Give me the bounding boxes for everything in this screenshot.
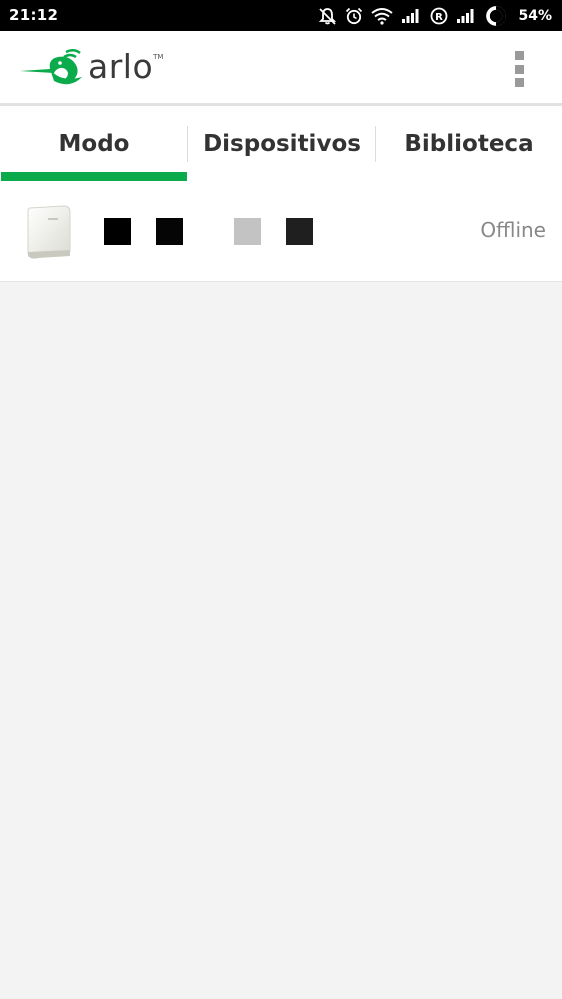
redacted-block <box>104 218 131 245</box>
tab-modo[interactable]: Modo <box>0 106 188 182</box>
logo-text: arlo <box>88 46 154 86</box>
battery-percentage: 54% <box>518 8 552 24</box>
alarm-icon <box>345 7 363 25</box>
battery-icon <box>485 5 507 27</box>
status-icons: R 54% <box>318 5 552 27</box>
redacted-block <box>234 218 261 245</box>
arlo-logo: arlo TM <box>20 46 164 87</box>
svg-text:R: R <box>436 12 444 23</box>
tab-label: Dispositivos <box>203 131 361 157</box>
status-bar: 21:12 R 54% <box>0 0 562 31</box>
signal-icon <box>401 8 422 24</box>
redacted-block <box>156 218 183 245</box>
roaming-icon: R <box>430 7 448 25</box>
menu-dot <box>514 51 524 60</box>
wifi-icon <box>371 7 394 25</box>
menu-dot <box>514 64 524 74</box>
signal-icon <box>456 8 477 24</box>
device-status: Offline <box>480 218 546 242</box>
tab-biblioteca[interactable]: Biblioteca <box>376 106 562 182</box>
redacted-block <box>286 218 313 245</box>
status-time: 21:12 <box>9 6 59 24</box>
tab-bar: Modo Dispositivos Biblioteca <box>0 106 562 182</box>
active-tab-indicator <box>1 172 187 181</box>
app-bar: arlo TM <box>0 31 562 103</box>
arlo-bird-icon <box>20 49 82 85</box>
base-station-icon <box>27 205 71 259</box>
tab-label: Modo <box>58 131 130 157</box>
device-row[interactable]: Offline <box>0 182 562 282</box>
notifications-off-icon <box>318 7 337 25</box>
tab-label: Biblioteca <box>404 131 534 157</box>
menu-dot <box>514 78 524 87</box>
overflow-menu-icon[interactable] <box>512 51 526 87</box>
tab-dispositivos[interactable]: Dispositivos <box>188 106 376 182</box>
logo-trademark: TM <box>153 53 164 61</box>
